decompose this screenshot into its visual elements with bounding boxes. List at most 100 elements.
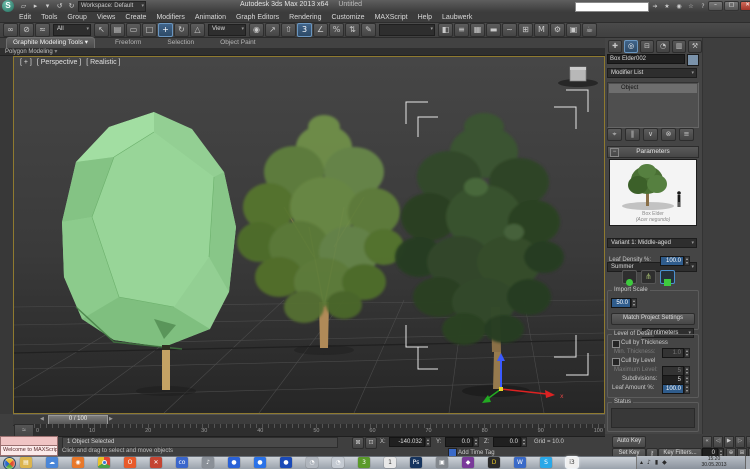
tray-volume-icon[interactable]: ♪ — [647, 456, 651, 469]
workspace-dropdown[interactable]: Workspace: Default — [78, 1, 146, 12]
object-name-field[interactable]: Box Elder002 — [607, 54, 685, 64]
ribbon-panel-strip[interactable]: Polygon Modeling ▾ — [0, 48, 605, 56]
use-pivot-point-center-icon[interactable]: ◉ — [249, 23, 264, 37]
menu-create[interactable]: Create — [120, 12, 151, 23]
maximize-button[interactable]: □ — [724, 1, 739, 11]
modifier-stack[interactable]: Object — [607, 82, 699, 128]
window-crossing-icon[interactable]: □ — [142, 23, 157, 37]
motion-tab-icon[interactable]: ◔ — [656, 40, 670, 53]
select-by-name-icon[interactable]: ▤ — [110, 23, 125, 37]
taskbar-app-x-icon[interactable]: ✕ — [150, 457, 162, 468]
menu-help[interactable]: Help — [413, 12, 437, 23]
taskbar-camera-app-icon[interactable]: ▣ — [436, 457, 448, 468]
taskbar-document-app-icon[interactable]: 1 — [384, 457, 396, 468]
menu-modifiers[interactable]: Modifiers — [151, 12, 189, 23]
viewport-menu-plus[interactable]: [ + ] — [20, 59, 32, 66]
maxscript-mini-listener[interactable]: Welcome to MAXScript — [0, 446, 58, 456]
taskbar-explorer-icon[interactable]: ▤ — [20, 457, 32, 468]
taskbar-opera-icon[interactable]: O — [124, 457, 136, 468]
show-end-result-icon[interactable]: ‖ — [625, 128, 640, 141]
x-coord-spinner[interactable]: ▲▼ — [425, 437, 431, 447]
percent-snap-icon[interactable]: % — [329, 23, 344, 37]
remove-modifier-icon[interactable]: ⊗ — [661, 128, 676, 141]
subscription-center-icon[interactable]: ★ — [662, 2, 672, 11]
import-scale-spinner[interactable]: ▲▼ — [631, 298, 637, 308]
align-icon[interactable]: ≡ — [454, 23, 469, 37]
x-coord-field[interactable]: -140.032 — [389, 437, 425, 447]
taskbar-corel-icon[interactable]: co — [176, 457, 188, 468]
taskbar-clock-app-2-icon[interactable]: ◔ — [332, 457, 344, 468]
y-coord-spinner[interactable]: ▲▼ — [473, 437, 479, 447]
go-to-end-icon[interactable]: » — [746, 436, 750, 448]
taskbar-photoshop-icon[interactable]: Ps — [410, 457, 422, 468]
min-thickness-spinner[interactable]: ▲▼ — [684, 348, 690, 358]
y-coord-field[interactable]: 0.0 — [445, 437, 473, 447]
communication-center-icon[interactable]: ◉ — [674, 2, 684, 11]
edit-named-selection-sets-icon[interactable]: ✎ — [361, 23, 376, 37]
tray-action-center-icon[interactable]: ◆ — [662, 456, 667, 469]
modifier-list-dropdown[interactable]: Modifier List — [607, 68, 697, 78]
leaf-density-field[interactable]: 100.0 — [660, 256, 684, 266]
go-to-start-icon[interactable]: « — [702, 436, 712, 448]
taskbar-firefox-icon[interactable]: ◉ — [72, 457, 84, 468]
menu-tools[interactable]: Tools — [36, 12, 62, 23]
previous-frame-icon[interactable]: ◁ — [713, 436, 723, 448]
pin-stack-icon[interactable]: ⌖ — [607, 128, 622, 141]
menu-animation[interactable]: Animation — [190, 12, 231, 23]
menu-rendering[interactable]: Rendering — [284, 12, 326, 23]
rendered-frame-window-icon[interactable]: ▣ — [566, 23, 581, 37]
skeleton-display-mode-icon[interactable]: ⋔ — [641, 270, 656, 284]
ribbon-tab-freeform[interactable]: Freeform — [109, 38, 147, 48]
select-and-scale-icon[interactable]: △ — [190, 23, 205, 37]
new-file-icon[interactable]: ▱ — [18, 1, 29, 11]
close-button[interactable]: ✕ — [740, 1, 750, 11]
time-slider-prev-icon[interactable]: ◀ — [40, 416, 44, 422]
taskbar-notes-app-icon[interactable]: i3 — [566, 457, 578, 468]
leaf-amount-spinner[interactable]: ▲▼ — [684, 384, 690, 394]
select-and-link-icon[interactable]: ∞ — [3, 23, 18, 37]
parameters-rollout-header[interactable]: − Parameters — [607, 146, 699, 158]
menu-group[interactable]: Group — [62, 12, 91, 23]
taskbar-audio-app-icon[interactable]: ♪ — [202, 457, 214, 468]
min-thickness-field[interactable]: 1.0 — [662, 348, 684, 358]
z-coord-field[interactable]: 0.0 — [493, 437, 521, 447]
minimize-button[interactable]: – — [708, 1, 723, 11]
schematic-view-icon[interactable]: ⊞ — [518, 23, 533, 37]
menu-laubwerk[interactable]: Laubwerk — [437, 12, 477, 23]
ribbon-tab-graphite-modeling-tools-[interactable]: Graphite Modeling Tools ▾ — [6, 37, 95, 48]
auto-key-button[interactable]: Auto Key — [612, 436, 646, 448]
create-tab-icon[interactable]: ✚ — [608, 40, 622, 53]
select-and-manipulate-icon[interactable]: ↗ — [265, 23, 280, 37]
undo-icon[interactable]: ↺ — [54, 1, 65, 11]
full-display-mode-icon[interactable] — [660, 270, 675, 284]
named-selection-sets-dropdown[interactable] — [379, 24, 435, 36]
viewport-menu-shading[interactable]: [ Realistic ] — [86, 59, 120, 66]
mirror-icon[interactable]: ◧ — [438, 23, 453, 37]
ribbon-tab-object-paint[interactable]: Object Paint — [214, 38, 261, 48]
taskbar-cloud-app-icon[interactable]: ☁ — [46, 457, 58, 468]
taskbar-shield-app-icon[interactable]: W — [514, 457, 526, 468]
bind-to-space-warp-icon[interactable]: ≈ — [35, 23, 50, 37]
taskbar-clock-app-1-icon[interactable]: ◔ — [306, 457, 318, 468]
menu-customize[interactable]: Customize — [326, 12, 369, 23]
keyboard-shortcut-override-icon[interactable]: ⇧ — [281, 23, 296, 37]
select-and-rotate-icon[interactable]: ↻ — [174, 23, 189, 37]
stack-item-object[interactable]: Object — [609, 84, 697, 93]
unlink-selection-icon[interactable]: ⊘ — [19, 23, 34, 37]
taskbar-clock[interactable]: 15:20 30.05.2013 — [688, 457, 740, 468]
select-and-move-icon[interactable]: + — [158, 23, 173, 37]
variant-dropdown[interactable]: Variant 1: Middle-aged — [607, 238, 697, 248]
reference-coordinate-dropdown[interactable]: View — [208, 24, 246, 36]
taskbar-chrome-icon[interactable] — [98, 457, 110, 468]
application-menu-button[interactable]: S — [2, 0, 14, 12]
hierarchy-tab-icon[interactable]: ⊟ — [640, 40, 654, 53]
render-setup-icon[interactable]: ⚙ — [550, 23, 565, 37]
render-production-icon[interactable]: ☕ — [582, 23, 597, 37]
display-tab-icon[interactable]: ▥ — [672, 40, 686, 53]
make-unique-icon[interactable]: ∨ — [643, 128, 658, 141]
perspective-viewport[interactable]: x — [13, 56, 605, 414]
taskbar-3dsmax-icon[interactable]: 3 — [358, 457, 370, 468]
modify-tab-icon[interactable]: ◎ — [624, 40, 638, 53]
viewport-canvas[interactable]: x — [14, 57, 604, 413]
graphite-ribbon-toggle-icon[interactable]: ▬ — [486, 23, 501, 37]
